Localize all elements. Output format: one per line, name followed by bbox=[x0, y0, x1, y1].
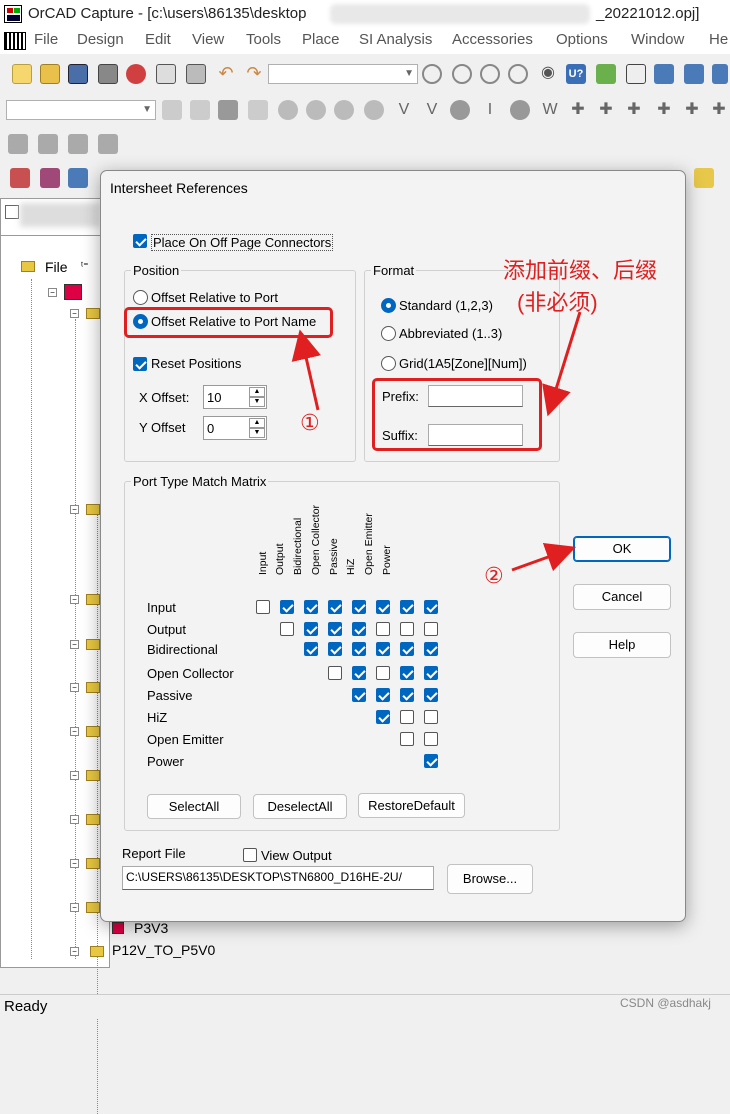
arrow-to-prefix-suffix bbox=[542, 311, 582, 417]
arrow-to-ok bbox=[511, 542, 577, 572]
arrow-to-port-name bbox=[291, 329, 321, 411]
annotation-arrows bbox=[291, 311, 582, 572]
